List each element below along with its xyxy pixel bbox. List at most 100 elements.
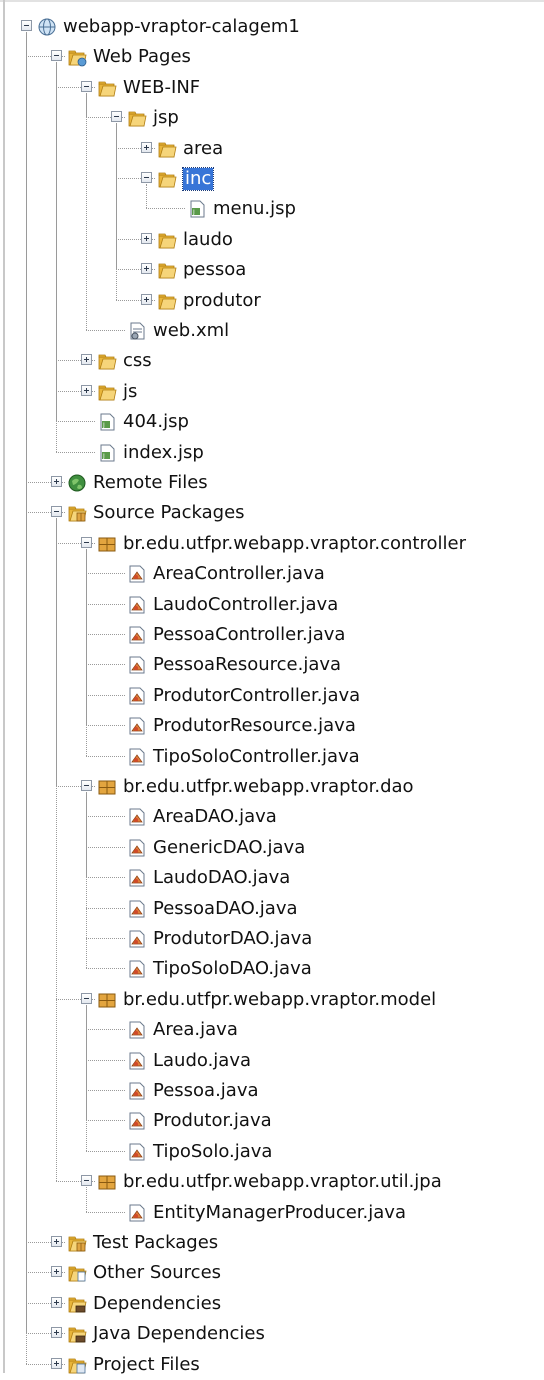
tree-node[interactable]: area xyxy=(0,134,544,164)
tree-node-label[interactable]: ProdutorController.java xyxy=(153,685,360,707)
tree-node[interactable]: Area.java xyxy=(0,1015,544,1045)
tree-node[interactable]: J 404.jsp xyxy=(0,407,544,437)
tree-node[interactable]: Laudo.java xyxy=(0,1046,544,1076)
tree-node[interactable]: LaudoController.java xyxy=(0,590,544,620)
tree-node-label[interactable]: GenericDAO.java xyxy=(153,837,305,859)
tree-node-label[interactable]: PessoaResource.java xyxy=(153,654,341,676)
tree-node-label[interactable]: Java Dependencies xyxy=(93,1323,265,1345)
tree-node[interactable]: br.edu.utfpr.webapp.vraptor.util.jpa xyxy=(0,1167,544,1197)
tree-node-label[interactable]: inc xyxy=(181,167,215,191)
expand-toggle[interactable] xyxy=(141,263,152,275)
collapse-toggle[interactable] xyxy=(81,780,92,791)
expand-toggle[interactable] xyxy=(141,141,152,153)
tree-node-label[interactable]: br.edu.utfpr.webapp.vraptor.dao xyxy=(123,776,414,798)
tree-node[interactable]: pessoa xyxy=(0,255,544,285)
tree-node[interactable]: PessoaResource.java xyxy=(0,650,544,680)
expand-toggle[interactable] xyxy=(51,1357,62,1369)
tree-node[interactable]: laudo xyxy=(0,225,544,255)
collapse-toggle[interactable] xyxy=(51,506,62,518)
tree-node-label[interactable]: Test Packages xyxy=(93,1232,218,1254)
tree-node-label[interactable]: laudo xyxy=(183,229,233,251)
tree-node[interactable]: Java Dependencies xyxy=(0,1319,544,1349)
collapse-toggle[interactable] xyxy=(21,20,32,31)
tree-node[interactable]: Jmenu.jsp xyxy=(0,194,544,224)
collapse-toggle[interactable] xyxy=(111,111,122,123)
tree-node-label[interactable]: ProdutorDAO.java xyxy=(153,928,312,950)
tree-node-label[interactable]: Web Pages xyxy=(93,46,191,68)
tree-node-label[interactable]: Remote Files xyxy=(93,472,208,494)
tree-node[interactable]: ProdutorController.java xyxy=(0,681,544,711)
tree-node[interactable]: Project Files xyxy=(0,1350,544,1380)
expand-toggle[interactable] xyxy=(51,1296,62,1308)
tree-node-label[interactable]: br.edu.utfpr.webapp.vraptor.util.jpa xyxy=(123,1171,442,1193)
collapse-toggle[interactable] xyxy=(141,172,152,183)
tree-node-label[interactable]: br.edu.utfpr.webapp.vraptor.model xyxy=(123,989,436,1011)
expand-toggle[interactable] xyxy=(81,354,92,366)
tree-node[interactable]: br.edu.utfpr.webapp.vraptor.controller xyxy=(0,529,544,559)
collapse-toggle[interactable] xyxy=(81,992,92,1004)
tree-node[interactable]: br.edu.utfpr.webapp.vraptor.model xyxy=(0,985,544,1015)
tree-node-label[interactable]: Pessoa.java xyxy=(153,1080,259,1102)
expand-toggle[interactable] xyxy=(51,1266,62,1278)
tree-node-label[interactable]: Produtor.java xyxy=(153,1110,272,1132)
tree-node[interactable]: WEB-INF xyxy=(0,73,544,103)
tree-node[interactable]: Jindex.jsp xyxy=(0,438,544,468)
tree-node[interactable]: css xyxy=(0,346,544,376)
tree-node[interactable]: AreaDAO.java xyxy=(0,802,544,832)
tree-node-label[interactable]: jsp xyxy=(153,107,179,129)
tree-node-label[interactable]: ProdutorResource.java xyxy=(153,715,356,737)
tree-node-label[interactable]: area xyxy=(183,138,223,160)
tree-node[interactable]: Web Pages xyxy=(0,42,544,72)
tree-node[interactable]: br.edu.utfpr.webapp.vraptor.dao xyxy=(0,772,544,802)
tree-node[interactable]: Pessoa.java xyxy=(0,1076,544,1106)
tree-node[interactable]: Source Packages xyxy=(0,498,544,528)
collapse-toggle[interactable] xyxy=(81,536,92,548)
tree-node[interactable]: TipoSolo.java xyxy=(0,1137,544,1167)
tree-node[interactable]: inc xyxy=(0,164,544,194)
tree-node-label[interactable]: EntityManagerProducer.java xyxy=(153,1202,406,1224)
tree-node-label[interactable]: Source Packages xyxy=(93,502,245,524)
tree-node[interactable]: Dependencies xyxy=(0,1289,544,1319)
tree-node[interactable]: EntityManagerProducer.java xyxy=(0,1198,544,1228)
tree-node-label[interactable]: PessoaDAO.java xyxy=(153,898,298,920)
expand-toggle[interactable] xyxy=(81,384,92,396)
collapse-toggle[interactable] xyxy=(51,50,62,62)
expand-toggle[interactable] xyxy=(141,293,152,305)
tree-node[interactable]: PessoaController.java xyxy=(0,620,544,650)
tree-node-label[interactable]: TipoSoloDAO.java xyxy=(153,958,312,980)
tree-node[interactable]: web.xml xyxy=(0,316,544,346)
tree-node-label[interactable]: PessoaController.java xyxy=(153,624,345,646)
tree-node[interactable]: js xyxy=(0,377,544,407)
tree-node[interactable]: LaudoDAO.java xyxy=(0,863,544,893)
tree-node[interactable]: AreaController.java xyxy=(0,559,544,589)
tree-node[interactable]: TipoSoloController.java xyxy=(0,742,544,772)
tree-node[interactable]: ProdutorDAO.java xyxy=(0,924,544,954)
tree-node-label[interactable]: produtor xyxy=(183,290,261,312)
tree-node-label[interactable]: AreaController.java xyxy=(153,563,325,585)
tree-node-label[interactable]: Other Sources xyxy=(93,1262,221,1284)
tree-node-label[interactable]: menu.jsp xyxy=(213,198,296,220)
expand-toggle[interactable] xyxy=(141,232,152,244)
tree-node[interactable]: Test Packages xyxy=(0,1228,544,1258)
tree-node-label[interactable]: TipoSoloController.java xyxy=(153,746,360,768)
tree-node-label[interactable]: index.jsp xyxy=(123,442,204,464)
tree-node[interactable]: PessoaDAO.java xyxy=(0,894,544,924)
tree-node[interactable]: TipoSoloDAO.java xyxy=(0,954,544,984)
tree-node[interactable]: Produtor.java xyxy=(0,1106,544,1136)
tree-node[interactable]: Other Sources xyxy=(0,1258,544,1288)
tree-node-label[interactable]: pessoa xyxy=(183,259,246,281)
tree-node-label[interactable]: js xyxy=(123,381,137,403)
expand-toggle[interactable] xyxy=(51,1327,62,1339)
collapse-toggle[interactable] xyxy=(81,80,92,92)
tree-node-label[interactable]: LaudoController.java xyxy=(153,594,338,616)
tree-node-label[interactable]: AreaDAO.java xyxy=(153,806,277,828)
tree-node-label[interactable]: Project Files xyxy=(93,1354,200,1376)
tree-node-label[interactable]: WEB-INF xyxy=(123,77,200,99)
project-tree[interactable]: webapp-vraptor-calagem1 Web Pages WEB-IN… xyxy=(0,0,544,1375)
tree-node-label[interactable]: LaudoDAO.java xyxy=(153,867,290,889)
tree-node-label[interactable]: 404.jsp xyxy=(123,411,189,433)
expand-toggle[interactable] xyxy=(51,476,62,487)
tree-node[interactable]: produtor xyxy=(0,286,544,316)
tree-node-label[interactable]: webapp-vraptor-calagem1 xyxy=(63,16,300,38)
tree-node-label[interactable]: Laudo.java xyxy=(153,1050,251,1072)
